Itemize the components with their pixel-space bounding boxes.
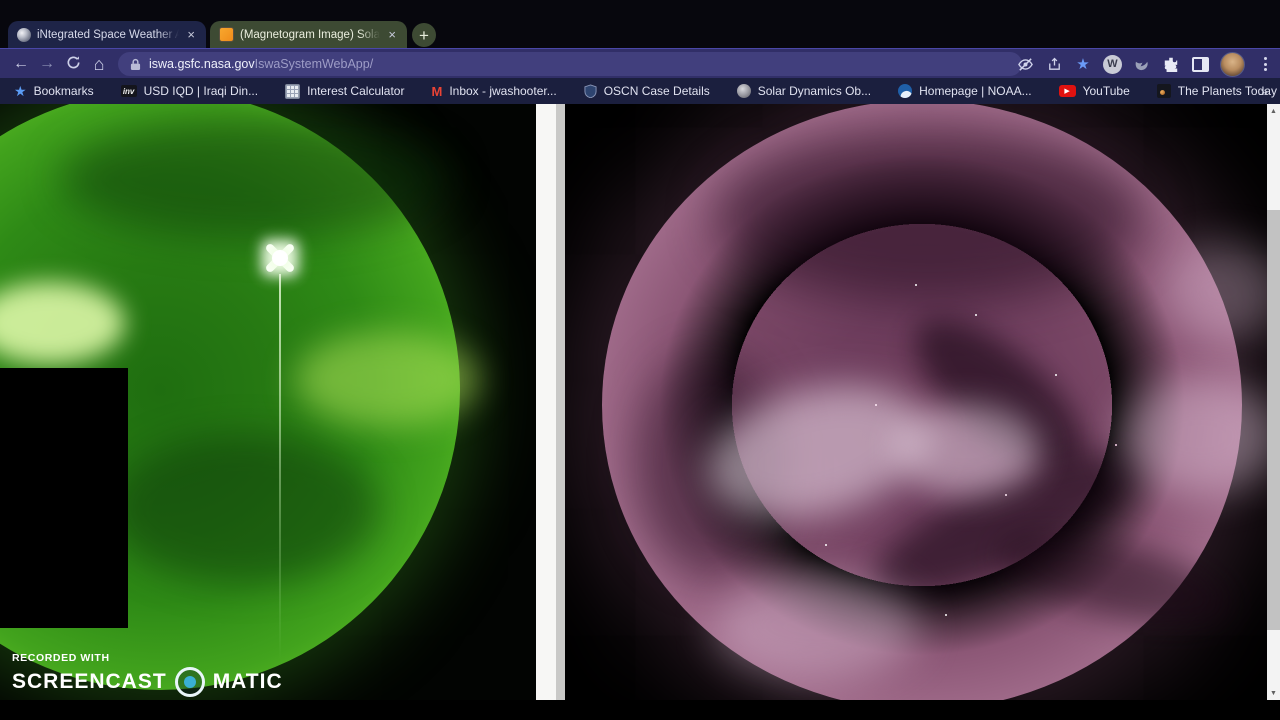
bottom-letterbox bbox=[0, 700, 1280, 720]
bookmark-star-button[interactable]: ★ bbox=[1074, 55, 1092, 73]
sun-globe-icon bbox=[736, 84, 751, 98]
bookmarks-bar: ★ Bookmarks inv USD IQD | Iraqi Din... I… bbox=[0, 78, 1280, 104]
page-scrollbar[interactable]: ▲ ▼ bbox=[1267, 104, 1280, 700]
green-sun-active-region bbox=[295, 332, 480, 427]
bookmark-oscn[interactable]: OSCN Case Details bbox=[584, 84, 710, 98]
gmail-icon: M bbox=[431, 83, 443, 99]
share-icon bbox=[1048, 57, 1060, 70]
purple-sun-active-region bbox=[1120, 379, 1267, 494]
iswa-swirl-icon bbox=[17, 27, 31, 42]
address-bar[interactable]: iswa.gsfc.nasa.gov IswaSystemWebApp/ bbox=[118, 52, 1022, 76]
close-icon[interactable]: × bbox=[386, 28, 398, 41]
home-button[interactable]: ⌂ bbox=[86, 55, 112, 73]
panel-divider-shadow bbox=[556, 104, 565, 700]
profile-avatar[interactable] bbox=[1220, 51, 1245, 77]
side-panel-button[interactable] bbox=[1191, 55, 1209, 73]
share-button[interactable] bbox=[1045, 55, 1063, 73]
reload-icon bbox=[67, 55, 79, 68]
side-panel-icon bbox=[1191, 56, 1209, 72]
reload-button[interactable] bbox=[60, 55, 86, 74]
close-icon[interactable]: × bbox=[185, 28, 197, 41]
tab-strip: iNtegrated Space Weather Analy × (Magnet… bbox=[0, 0, 1280, 48]
new-tab-button[interactable]: + bbox=[412, 23, 436, 47]
url-host: iswa.gsfc.nasa.gov bbox=[149, 57, 255, 71]
green-sun-dark-region bbox=[60, 118, 450, 238]
purple-sun-active-region bbox=[715, 574, 920, 679]
extension-dove-button[interactable] bbox=[1133, 55, 1151, 73]
browser-window: iNtegrated Space Weather Analy × (Magnet… bbox=[0, 0, 1280, 720]
extension-w-button[interactable]: W bbox=[1103, 54, 1122, 74]
dove-icon bbox=[1135, 61, 1148, 70]
scrollbar-down-arrow[interactable]: ▼ bbox=[1267, 686, 1280, 700]
purple-sun-bright-specks bbox=[915, 284, 917, 286]
scrollbar-thumb[interactable] bbox=[1267, 210, 1280, 630]
toolbar-right-icons: ★ W bbox=[1016, 49, 1274, 79]
bookmark-youtube[interactable]: ▶ YouTube bbox=[1058, 84, 1130, 98]
star-icon: ★ bbox=[14, 83, 27, 99]
bookmark-bookmarks-folder[interactable]: ★ Bookmarks bbox=[14, 84, 94, 98]
bookmark-usd-iqd[interactable]: inv USD IQD | Iraqi Din... bbox=[120, 84, 258, 98]
extensions-button[interactable] bbox=[1162, 55, 1180, 73]
screencast-o-matic-logo-icon bbox=[174, 667, 205, 697]
bookmarks-overflow-chevron[interactable]: » bbox=[1261, 84, 1268, 99]
panel-divider bbox=[536, 104, 556, 700]
tab-iswa[interactable]: iNtegrated Space Weather Analy × bbox=[8, 21, 206, 48]
missing-data-black-rectangle bbox=[0, 368, 128, 628]
calculator-icon bbox=[285, 83, 301, 99]
forward-button[interactable]: → bbox=[34, 56, 60, 72]
toolbar: ← → ⌂ iswa.gsfc.nasa.gov IswaSystemWebApp… bbox=[0, 48, 1280, 79]
tab-title: (Magnetogram Image) SolarHam bbox=[240, 28, 380, 41]
purple-sun-dark-region bbox=[715, 132, 1145, 302]
green-solar-image-panel: RECORDED WITH SCREENCAST MATIC bbox=[0, 104, 536, 700]
url-path: IswaSystemWebApp/ bbox=[254, 57, 374, 71]
shield-icon bbox=[584, 84, 597, 98]
eye-slash-icon bbox=[1017, 57, 1033, 71]
watermark-screencast: SCREENCAST bbox=[12, 670, 167, 693]
investing-icon: inv bbox=[120, 85, 137, 97]
lock-icon bbox=[130, 58, 141, 70]
noaa-icon bbox=[898, 84, 913, 98]
purple-sun-active-region bbox=[895, 404, 1040, 496]
watermark-recorded-with: RECORDED WITH bbox=[12, 652, 110, 664]
bookmark-sdo[interactable]: Solar Dynamics Ob... bbox=[736, 84, 871, 98]
solar-flare bbox=[258, 236, 302, 280]
tab-title: iNtegrated Space Weather Analy bbox=[37, 28, 180, 41]
planets-icon bbox=[1156, 84, 1171, 98]
three-dot-menu-icon bbox=[1258, 57, 1272, 71]
flare-bleed-streak bbox=[279, 274, 281, 660]
bookmark-inbox[interactable]: M Inbox - jwashooter... bbox=[431, 84, 556, 98]
puzzle-icon bbox=[1164, 57, 1178, 72]
green-sun-dark-region bbox=[110, 434, 380, 584]
scrollbar-up-arrow[interactable]: ▲ bbox=[1267, 104, 1280, 118]
watermark-matic: MATIC bbox=[212, 670, 283, 693]
back-button[interactable]: ← bbox=[8, 56, 34, 72]
youtube-icon: ▶ bbox=[1058, 85, 1076, 97]
screencast-watermark: RECORDED WITH SCREENCAST MATIC bbox=[12, 652, 283, 697]
solarham-orange-icon bbox=[219, 27, 234, 42]
purple-solar-image-panel bbox=[565, 104, 1267, 700]
tab-solarham[interactable]: (Magnetogram Image) SolarHam × bbox=[210, 21, 407, 48]
bookmark-interest-calculator[interactable]: Interest Calculator bbox=[285, 83, 404, 99]
bookmark-noaa[interactable]: Homepage | NOAA... bbox=[898, 84, 1032, 98]
hide-eye-button[interactable] bbox=[1016, 55, 1034, 73]
chrome-menu-button[interactable] bbox=[1256, 55, 1274, 73]
